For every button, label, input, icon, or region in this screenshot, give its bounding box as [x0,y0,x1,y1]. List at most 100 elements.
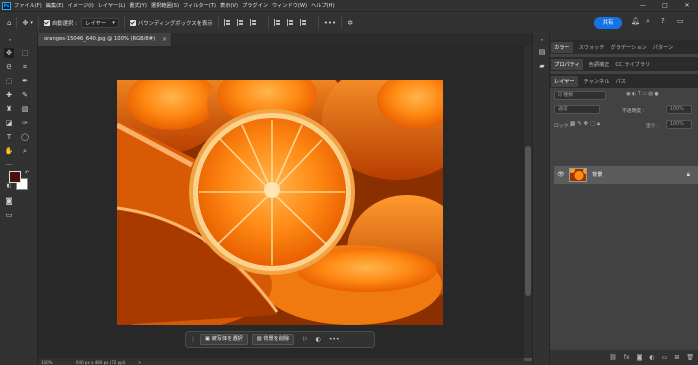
eraser-tool-icon[interactable]: ◪ [4,118,14,128]
menu-file[interactable]: ファイル(F) [14,2,42,9]
auto-select-checkbox[interactable] [43,19,50,26]
menu-help[interactable]: ヘルプ(H) [311,2,335,9]
align-center-icon[interactable] [236,19,244,26]
brush-tool-icon[interactable]: ✎ [20,90,30,100]
maximize-button[interactable]: □ [654,0,676,11]
more-tools-icon[interactable]: ··· [4,160,14,170]
more-options-button[interactable]: ••• [324,19,336,27]
document-tab[interactable]: oranges-15046_640.jpg @ 100% (RGB/8#) × [38,33,172,46]
tab-adjustments[interactable]: 色調補正 [589,61,610,68]
tab-channels[interactable]: チャンネル [584,78,610,85]
lasso-tool-icon[interactable]: ᘓ [4,62,14,72]
toolbar-collapse-icon[interactable]: » [5,35,15,45]
menu-type[interactable]: 書式(Y) [129,2,147,9]
tab-patterns[interactable]: パターン [653,44,674,51]
chevron-down-icon[interactable]: ▾ [30,20,33,26]
add-mask-icon[interactable]: ◙ [637,354,643,361]
swap-colors-icon[interactable]: ↶ [22,168,32,178]
history-panel-icon[interactable]: ▤ [537,47,547,57]
menu-window[interactable]: ウィンドウ(W) [272,2,307,9]
status-arrow[interactable]: > [138,360,141,365]
menu-plugins[interactable]: プラグイン [242,2,268,9]
pen-tool-icon[interactable]: ✑ [20,118,30,128]
tab-color[interactable]: カラー [551,41,573,53]
menu-view[interactable]: 表示(V) [220,2,238,9]
remove-background-button[interactable]: ▨ 背景を削除 [251,334,295,345]
close-tab-icon[interactable]: × [162,33,167,46]
close-window-button[interactable]: ✕ [676,0,698,11]
shape-tool-icon[interactable]: ◯ [20,132,30,142]
adjustment-icon[interactable]: ◐ [316,336,321,343]
notifications-icon[interactable]: 🔔︎ [631,17,640,25]
foreground-color-swatch[interactable] [9,171,21,183]
tab-layers[interactable]: レイヤー [551,75,578,87]
more-options-button[interactable]: ••• [329,336,340,343]
menu-select[interactable]: 選択範囲(S) [151,2,179,9]
visibility-eye-icon[interactable]: 👁︎ [557,171,565,178]
eyedropper-tool-icon[interactable]: ✒ [20,76,30,86]
link-layers-icon[interactable]: ⛓ [609,354,617,361]
scrollbar-thumb[interactable] [525,146,531,296]
tab-gradients[interactable]: グラデーション [611,44,647,51]
bounding-box-checkbox[interactable] [129,19,136,26]
layer-style-icon[interactable]: fx [624,354,630,361]
zoom-level[interactable]: 100% [41,360,52,365]
tab-properties[interactable]: プロパティ [551,58,583,70]
hand-tool-icon[interactable]: ✋ [4,146,14,156]
quick-mask-icon[interactable]: ◙ [4,196,14,206]
align-bottom-icon[interactable] [299,19,307,26]
menu-edit[interactable]: 編集(E) [46,2,64,9]
align-middle-icon[interactable] [286,19,294,26]
comments-panel-icon[interactable]: ▰ [537,61,547,71]
drag-handle-icon[interactable]: ⋮ [190,336,196,343]
blend-mode-dropdown[interactable]: 通常 [554,105,600,114]
move-tool-icon[interactable]: ✥ [4,48,14,58]
search-icon[interactable]: ⌕ [646,17,650,26]
document-image[interactable] [117,80,443,325]
gradient-tool-icon[interactable]: ▧ [20,104,30,114]
type-tool-icon[interactable]: T [4,132,14,142]
vertical-scrollbar[interactable] [524,46,532,358]
object-select-tool-icon[interactable]: ⬚ [4,76,14,86]
menu-image[interactable]: イメージ(I) [68,2,94,9]
home-icon[interactable]: ⌂ [7,19,11,27]
new-group-icon[interactable]: ▭ [662,354,668,361]
auto-select-value: レイヤー [84,20,107,27]
layer-kind-filter[interactable]: Q 種類 [554,91,606,100]
select-subject-button[interactable]: ▣ 被写体を選択 [200,334,248,345]
healing-brush-tool-icon[interactable]: ✚ [4,90,14,100]
lock-options-icons[interactable]: ▩ ✎ ✥ ⬚ 🔒︎ [570,121,600,128]
minimize-button[interactable]: — [632,0,654,11]
adjustment-layer-icon[interactable]: ◐ [649,354,654,361]
share-button[interactable]: 共有 [594,17,622,29]
canvas-area[interactable] [38,46,524,358]
screen-mode-icon[interactable]: ▭ [4,210,14,220]
menu-layer[interactable]: レイヤー(L) [98,2,126,9]
clone-stamp-tool-icon[interactable]: ♜ [4,104,14,114]
move-tool-preset-icon[interactable]: ✥ [22,19,28,27]
layer-filter-icons[interactable]: ▣ ◐ T ▭ ▤ ● [626,92,659,97]
artboard-tool-icon[interactable]: ⬚ [20,48,30,58]
tab-cc-libraries[interactable]: CC ライブラリ [615,61,650,68]
flag-icon[interactable]: ⚐ [302,336,307,343]
menu-filter[interactable]: フィルター(T) [183,2,216,9]
layer-row-background[interactable]: 👁︎ 背景 🔒︎ [554,166,698,184]
align-top-icon[interactable] [273,19,281,26]
zoom-tool-icon[interactable]: ⌕ [20,146,30,156]
opacity-field[interactable]: 100% [666,105,692,114]
auto-select-dropdown[interactable]: レイヤー ▾ [80,17,119,28]
tab-paths[interactable]: パス [615,78,625,85]
workspace-icon[interactable]: ▭ [677,17,684,25]
help-icon[interactable]: ? [661,17,665,25]
align-left-icon[interactable] [223,19,231,26]
blend-mode-value: 通常 [558,107,568,112]
3d-mode-icon[interactable]: ✲ [347,19,353,27]
layer-lock-icon[interactable]: 🔒︎ [687,171,690,179]
new-layer-icon[interactable]: ⊞ [674,354,679,361]
fill-field[interactable]: 100% [666,120,692,129]
expand-panels-icon[interactable]: « [537,35,547,45]
tab-swatches[interactable]: スウォッチ [579,44,605,51]
delete-layer-icon[interactable]: 🗑︎ [686,354,694,361]
align-right-icon[interactable] [249,19,257,26]
crop-tool-icon[interactable]: ⌗ [20,62,30,72]
